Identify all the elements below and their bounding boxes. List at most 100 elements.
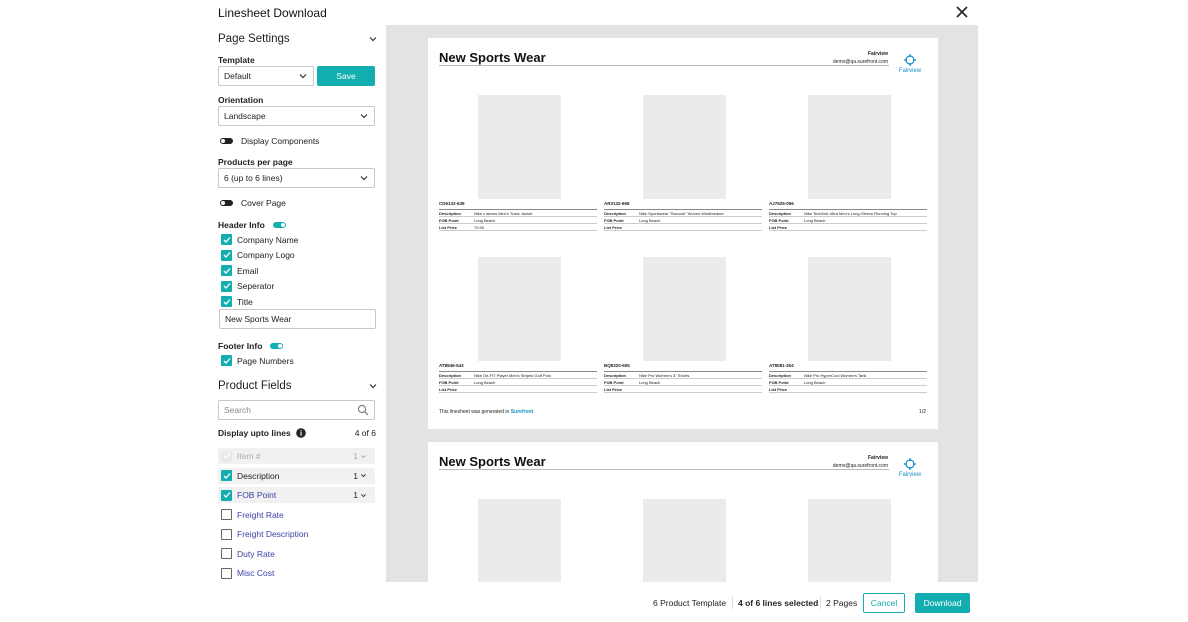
cover-page-toggle-row[interactable]: Cover Page: [220, 198, 286, 208]
checkbox-company-name[interactable]: Company Name: [221, 232, 376, 248]
field-label: Item #: [237, 451, 261, 461]
product-code: CD6132-639: [439, 201, 465, 206]
checkbox-disabled-icon: [221, 450, 232, 462]
product-image: [478, 95, 561, 199]
modal-title: Linesheet Download: [218, 6, 327, 20]
product-field-value: Nike Sportswear "Swoosh" Woven Windbreak…: [639, 210, 724, 216]
field-row-freight-description[interactable]: Freight Description: [218, 526, 375, 542]
linesheet-preview[interactable]: New Sports Wear Fairview demo@qa.surefro…: [386, 25, 978, 582]
checkbox-checked-icon[interactable]: [221, 265, 232, 277]
chevron-down-icon: [361, 454, 366, 458]
footer-items-list: Page Numbers: [221, 353, 294, 369]
close-icon[interactable]: [954, 4, 970, 20]
display-components-toggle[interactable]: [220, 138, 233, 144]
chevron-down-icon: [361, 493, 366, 497]
checkbox-checked-icon[interactable]: [221, 249, 232, 261]
line-count-select[interactable]: 1: [353, 490, 367, 500]
product-field-key: List Price: [604, 224, 623, 230]
field-label: FOB Point: [237, 490, 277, 500]
product-field-row: List Price: [604, 224, 762, 231]
product-field-row: FOB Point Long Beach: [769, 379, 927, 386]
product-field-key: Description: [769, 210, 792, 216]
product-field-row: Description Nike x atmos Men's Track Jack…: [439, 210, 597, 217]
checkbox-unchecked-icon[interactable]: [221, 548, 232, 559]
product-fields-header[interactable]: Product Fields: [218, 380, 378, 392]
line-count-select[interactable]: 1: [353, 471, 367, 481]
products-per-page-select[interactable]: 6 (up to 6 lines): [218, 168, 375, 188]
checkbox-checked-icon[interactable]: [221, 470, 232, 481]
field-row-description[interactable]: Description 1: [218, 467, 375, 484]
checkbox-unchecked-icon[interactable]: [221, 509, 232, 520]
product-field-row: List Price: [604, 386, 762, 393]
info-icon[interactable]: [295, 428, 306, 438]
checkbox-label: Company Logo: [237, 250, 295, 261]
product-field-key: List Price: [769, 386, 788, 392]
display-lines-label: Display upto lines: [218, 428, 291, 438]
search-placeholder: Search: [224, 405, 251, 415]
company-email: demo@qa.surefront.com: [832, 463, 888, 469]
footer-bar: 6 Product Template 4 of 6 lines selected…: [205, 582, 978, 622]
title-input[interactable]: New Sports Wear: [219, 309, 376, 329]
cover-page-toggle[interactable]: [220, 200, 233, 206]
field-row-freight-rate[interactable]: Freight Rate: [218, 507, 375, 523]
page-settings-header[interactable]: Page Settings: [218, 33, 378, 45]
search-icon: [357, 404, 369, 416]
product-fields-table: Description Nike Pro HyperCool Women's Ta…: [769, 371, 927, 393]
product-image: [643, 257, 726, 361]
field-row-fob-point[interactable]: FOB Point 1: [218, 487, 375, 503]
product-fields-table: Description Nike TechKnit Ultra Men's Lon…: [769, 209, 927, 231]
checkbox-company-logo[interactable]: Company Logo: [221, 248, 376, 264]
footer-info-toggle[interactable]: [270, 343, 284, 349]
product-fields-heading: Product Fields: [218, 380, 292, 392]
product-field-value: Long Beach: [474, 379, 496, 385]
product-image: [808, 95, 891, 199]
preview-page-2: New Sports Wear Fairview demo@qa.surefro…: [428, 442, 938, 582]
product-field-row: FOB Point Long Beach: [769, 217, 927, 224]
checkbox-checked-icon[interactable]: [221, 355, 232, 367]
page-number: 1/2: [919, 409, 926, 415]
product-field-row: FOB Point Long Beach: [604, 217, 762, 224]
company-email: demo@qa.surefront.com: [832, 59, 888, 65]
field-label: Duty Rate: [237, 548, 275, 559]
save-button[interactable]: Save: [317, 66, 375, 86]
company-logo: Fairview: [894, 458, 926, 478]
checkbox-unchecked-icon[interactable]: [221, 567, 232, 579]
product-code: AT8081-304: [769, 363, 794, 368]
product-field-key: List Price: [604, 386, 623, 392]
product-fields-table: Description Nike Sportswear "Swoosh" Wove…: [604, 209, 762, 231]
generated-note: This linesheet was generated in Surefron…: [439, 409, 533, 415]
cancel-button[interactable]: Cancel: [863, 593, 905, 613]
orientation-select[interactable]: Landscape: [218, 106, 375, 126]
template-value: Default: [224, 71, 251, 81]
line-count: 1: [353, 490, 358, 500]
field-row-duty-rate[interactable]: Duty Rate: [218, 546, 375, 562]
header-info-toggle[interactable]: [272, 222, 286, 228]
header-info-row: Header Info: [218, 220, 294, 230]
product-field-key: Description: [769, 372, 792, 378]
lines-selected: 4 of 6 lines selected: [738, 598, 819, 608]
template-select[interactable]: Default: [218, 66, 314, 86]
product-code: AJ7626-056: [769, 201, 794, 206]
field-row-misc-cost[interactable]: Misc Cost: [218, 565, 375, 581]
checkbox-checked-icon[interactable]: [221, 489, 232, 501]
header-info-label: Header Info: [218, 220, 265, 230]
product-field-key: FOB Point: [439, 379, 459, 385]
products-per-page-value: 6 (up to 6 lines): [224, 173, 283, 183]
checkbox-page-numbers[interactable]: Page Numbers: [221, 353, 294, 369]
product-field-row: List Price: [769, 386, 927, 393]
checkbox-checked-icon[interactable]: [221, 296, 232, 308]
header-items-list: Company Name Company Logo Email Seperato…: [221, 232, 376, 310]
checkbox-checked-icon[interactable]: [221, 280, 232, 292]
product-field-value: Long Beach: [804, 217, 826, 223]
product-field-key: FOB Point: [769, 217, 789, 223]
download-button[interactable]: Download: [915, 593, 970, 613]
product-image: [478, 257, 561, 361]
checkbox-checked-icon[interactable]: [221, 234, 232, 246]
checkbox-title[interactable]: Title: [221, 294, 376, 310]
display-components-toggle-row[interactable]: Display Components: [220, 136, 319, 146]
checkbox-unchecked-icon[interactable]: [221, 528, 232, 540]
field-row-item[interactable]: Item # 1: [218, 448, 375, 464]
checkbox-seperator[interactable]: Seperator: [221, 279, 376, 295]
checkbox-email[interactable]: Email: [221, 263, 376, 279]
search-input[interactable]: Search: [218, 400, 375, 420]
